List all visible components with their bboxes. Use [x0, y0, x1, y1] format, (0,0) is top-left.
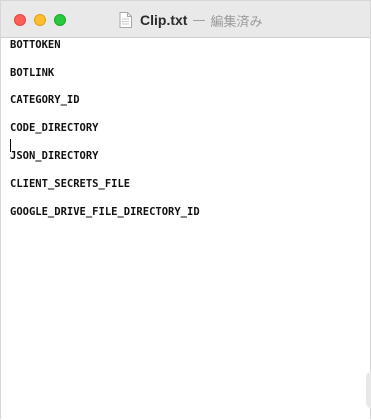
title-separator: —: [192, 12, 206, 28]
file-name: Clip.txt: [140, 12, 188, 28]
text-line[interactable]: GOOGLE_DRIVE_FILE_DIRECTORY_ID: [10, 206, 200, 218]
text-area[interactable]: BOTTOKEN BOTLINK CATEGORY_ID CODE_DIRECT…: [1, 38, 371, 420]
scroll-indicator[interactable]: [366, 372, 371, 408]
text-line[interactable]: BOTLINK: [10, 67, 54, 79]
text-line[interactable]: CLIENT_SECRETS_FILE: [10, 178, 130, 190]
text-line[interactable]: CATEGORY_ID: [10, 94, 80, 106]
close-button[interactable]: [14, 14, 26, 26]
text-editor-window: Clip.txt — 編集済み BOTTOKEN BOTLINK CATEGOR…: [0, 0, 371, 420]
edit-status: 編集済み: [210, 14, 263, 30]
zoom-button[interactable]: [54, 14, 66, 26]
window-title: Clip.txt — 編集済み: [119, 10, 262, 30]
minimize-button[interactable]: [34, 14, 46, 26]
title-bar[interactable]: Clip.txt — 編集済み: [1, 1, 370, 38]
text-line[interactable]: JSON_DIRECTORY: [10, 150, 99, 162]
text-line[interactable]: CODE_DIRECTORY: [10, 122, 99, 134]
text-line[interactable]: BOTTOKEN: [10, 39, 61, 51]
document-icon[interactable]: [119, 12, 132, 28]
